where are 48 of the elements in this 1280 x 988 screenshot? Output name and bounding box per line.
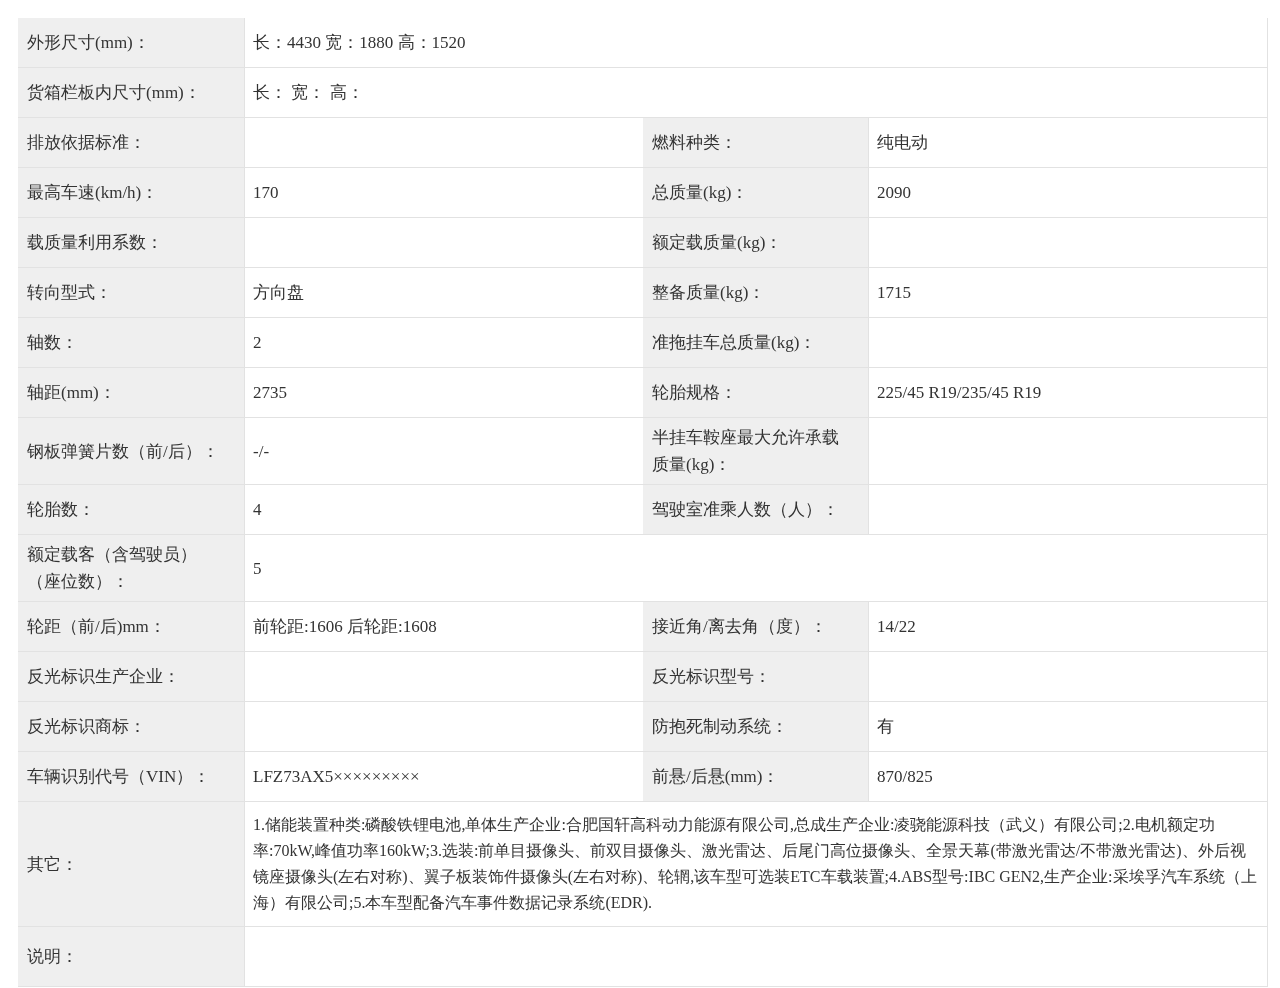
field-value: 170 xyxy=(253,182,279,204)
field-label: 半挂车鞍座最大允许承载质量(kg)： xyxy=(652,427,840,476)
field-value: 纯电动 xyxy=(877,132,928,154)
field-label: 最高车速(km/h)： xyxy=(27,182,159,204)
field-label: 车辆识别代号（VIN）： xyxy=(27,766,211,788)
field-label: 轮胎规格： xyxy=(652,382,737,404)
field-value: 225/45 R19/235/45 R19 xyxy=(877,382,1042,404)
field-value: 2090 xyxy=(877,182,911,204)
field-value: 前轮距:1606 后轮距:1608 xyxy=(253,616,437,638)
field-label: 驾驶室准乘人数（人）： xyxy=(652,499,839,521)
field-label: 排放依据标准： xyxy=(27,132,146,154)
field-label: 反光标识商标： xyxy=(27,716,146,738)
field-label: 外形尺寸(mm)： xyxy=(27,32,150,54)
field-label: 货箱栏板内尺寸(mm)： xyxy=(27,82,201,104)
field-label: 额定载客（含驾驶员）（座位数）： xyxy=(27,544,198,593)
field-value: 有 xyxy=(877,716,894,738)
field-label: 说明： xyxy=(27,946,78,968)
field-label: 反光标识型号： xyxy=(652,666,771,688)
field-value: 方向盘 xyxy=(253,282,304,304)
field-label: 轮距（前/后)mm： xyxy=(27,616,166,638)
field-value: 2735 xyxy=(253,382,287,404)
field-value: -/- xyxy=(253,440,270,463)
field-value: 14/22 xyxy=(877,616,916,638)
field-label: 反光标识生产企业： xyxy=(27,666,180,688)
field-label: 准拖挂车总质量(kg)： xyxy=(652,332,817,354)
field-label: 轮胎数： xyxy=(27,499,95,521)
field-label: 载质量利用系数： xyxy=(27,232,163,254)
field-value: 长：4430 宽：1880 高：1520 xyxy=(253,32,466,54)
field-value: 5 xyxy=(253,557,262,580)
field-value: 2 xyxy=(253,332,262,354)
field-label: 整备质量(kg)： xyxy=(652,282,766,304)
field-label: 总质量(kg)： xyxy=(652,182,749,204)
field-value: LFZ73AX5××××××××× xyxy=(253,766,420,788)
field-label: 转向型式： xyxy=(27,282,112,304)
field-value: 1.储能装置种类:磷酸铁锂电池,单体生产企业:合肥国轩高科动力能源有限公司,总成生产企业:凌骁能源科技（武义）有限公司;2.电机额定功率:70kW,峰值功率160kW;3.选装:前单目摄像头、前双目摄像头、激光雷达、后尾门高位摄像头、全景天幕(带激光雷达/不带激光雷达)、外后视镜座摄像头(左右对称)、翼子板装饰件摄像头(左右对称)、轮辋,该车型可选装ETC车载装置;4.ABS型号:IBC GEN2,生产企业:采埃孚汽车系统（上海）有限公司;5.本车型配备汽车事件数据记录系统(EDR). xyxy=(253,815,1258,914)
field-label: 防抱死制动系统： xyxy=(652,716,788,738)
field-value: 4 xyxy=(253,499,262,521)
field-label: 轴距(mm)： xyxy=(27,382,116,404)
field-label: 轴数： xyxy=(27,332,78,354)
field-label: 其它： xyxy=(27,853,78,876)
field-label: 额定载质量(kg)： xyxy=(652,232,783,254)
field-value: 1715 xyxy=(877,282,911,304)
field-label: 接近角/离去角（度）： xyxy=(652,616,827,638)
field-label: 燃料种类： xyxy=(652,132,737,154)
field-value: 870/825 xyxy=(877,766,933,788)
field-label: 前悬/后悬(mm)： xyxy=(652,766,780,788)
field-label: 钢板弹簧片数（前/后）： xyxy=(27,440,219,463)
field-value: 长： 宽： 高： xyxy=(253,82,364,104)
